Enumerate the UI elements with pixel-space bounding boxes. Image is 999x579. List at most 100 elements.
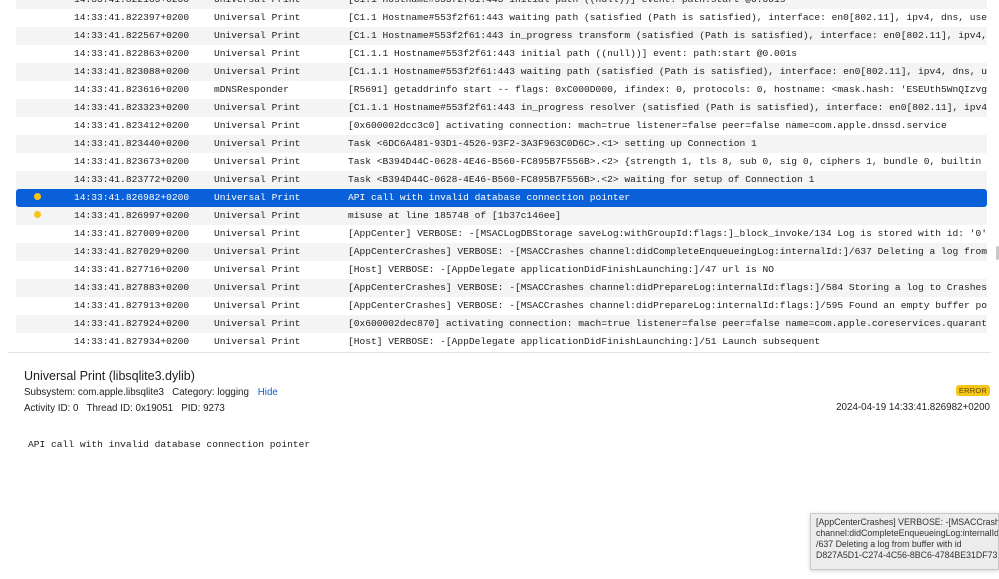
process-cell: Universal Print <box>214 48 301 59</box>
log-row[interactable]: 14:33:41.823772+0200 Universal Print Task … <box>16 171 987 189</box>
log-row[interactable]: 14:33:41.822863+0200 Universal Print [C1.1… <box>16 45 987 63</box>
timestamp-cell: 14:33:41.823412+0200 <box>74 120 190 131</box>
message-cell: [AppCenterCrashes] VERBOSE: -[MSACCrashe… <box>348 300 987 311</box>
log-list[interactable]: 14:33:41.822165+0200 Universal Print [C1.1… <box>0 0 999 352</box>
timestamp-cell: 14:33:41.826997+0200 <box>74 210 190 221</box>
timestamp-cell: 14:33:41.822165+0200 <box>74 0 204 9</box>
detail-title: Universal Print (libsqlite3.dylib) <box>24 369 195 383</box>
process-cell: Universal Print <box>214 12 301 23</box>
timestamp-cell: 14:33:41.827924+0200 <box>74 318 190 329</box>
timestamp-cell: 14:33:41.822397+0200 <box>74 12 190 23</box>
log-row[interactable]: 14:33:41.822165+0200 Universal Print [C1.1… <box>16 0 987 9</box>
log-row[interactable]: 14:33:41.827009+0200 Universal Print [AppC… <box>16 225 987 243</box>
process-cell: Universal Print <box>214 318 301 329</box>
process-cell: mDNSResponder <box>214 84 289 95</box>
process-cell: Universal Print <box>214 156 301 167</box>
log-row[interactable]: 14:33:41.823412+0200 Universal Print [0x60… <box>16 117 987 135</box>
log-row[interactable]: 14:33:41.827913+0200 Universal Print [AppC… <box>16 297 987 315</box>
process-cell: Universal Print <box>214 246 301 257</box>
message-cell: Task <6DC6A481-93D1-4526-93F2-3A3F963C0D… <box>348 138 757 149</box>
tooltip-line: /637 Deleting a log from buffer with id <box>816 539 962 549</box>
error-badge: ERROR <box>955 385 990 396</box>
tooltip-line: [AppCenterCrashes] VERBOSE: -[MSACCrashe… <box>816 517 999 527</box>
process-cell: Universal Print <box>214 264 301 275</box>
log-row[interactable]: 14:33:41.827716+0200 Universal Print [Host… <box>16 261 987 279</box>
thread-id-label: Thread ID: <box>86 403 133 414</box>
log-row[interactable]: 14:33:41.827883+0200 Universal Print [AppC… <box>16 279 987 297</box>
split-divider[interactable] <box>8 352 991 353</box>
pid-label: PID: <box>181 403 201 414</box>
message-cell: [0x600002dec870] activating connection: … <box>348 318 987 329</box>
hide-link[interactable]: Hide <box>258 387 278 398</box>
message-tooltip: [AppCenterCrashes] VERBOSE: -[MSACCrashe… <box>810 513 999 570</box>
process-cell: Universal Print <box>214 174 301 185</box>
tooltip-line: D827A5D1-C274-4C56-8BC6-4784BE31DF73 <box>816 550 998 560</box>
log-row[interactable]: 14:33:41.827924+0200 Universal Print [0x60… <box>16 315 987 333</box>
log-row[interactable]: 14:33:41.823088+0200 Universal Print [C1.1… <box>16 63 987 81</box>
message-cell: [0x600002dcc3c0] activating connection: … <box>348 120 947 131</box>
timestamp-cell: 14:33:41.823673+0200 <box>74 156 190 167</box>
process-cell: Universal Print <box>214 300 301 311</box>
message-cell: [R5691] getaddrinfo start -- flags: 0xC0… <box>348 84 987 95</box>
category-value: logging <box>217 387 249 398</box>
message-cell: [C1.1 Hostname#553f2f61:443 waiting path… <box>348 12 987 23</box>
process-cell: Universal Print <box>214 336 301 347</box>
log-row[interactable]: 14:33:41.826982+0200 Universal Print API c… <box>16 189 987 207</box>
detail-message: API call with invalid database connectio… <box>28 439 311 450</box>
subsystem-value: com.apple.libsqlite3 <box>77 387 164 398</box>
message-cell: Task <B394D44C-0628-4E46-B560-FC895B7F55… <box>348 174 815 185</box>
error-indicator-cell <box>34 189 44 207</box>
process-cell: Universal Print <box>214 66 301 77</box>
timestamp-cell: 14:33:41.823323+0200 <box>74 102 190 113</box>
process-cell: Universal Print <box>214 0 334 9</box>
detail-ids-line: Activity ID: 0 Thread ID: 0x19051 PID: 9… <box>24 403 225 414</box>
timestamp-cell: 14:33:41.823440+0200 <box>74 138 190 149</box>
log-row[interactable]: 14:33:41.823323+0200 Universal Print [C1.1… <box>16 99 987 117</box>
message-cell: [C1.1 Hostname#553f2f61:443 initial path… <box>348 0 987 9</box>
message-cell: API call with invalid database connectio… <box>348 192 631 203</box>
message-cell: [AppCenter] VERBOSE: -[MSACLogDBStorage … <box>348 228 987 239</box>
timestamp-cell: 14:33:41.822863+0200 <box>74 48 190 59</box>
activity-id-label: Activity ID: <box>24 403 71 414</box>
message-cell: [Host] VERBOSE: -[AppDelegate applicatio… <box>348 264 775 275</box>
process-cell: Universal Print <box>214 228 301 239</box>
process-cell: Universal Print <box>214 120 301 131</box>
process-cell: Universal Print <box>214 210 301 221</box>
process-cell: Universal Print <box>214 282 301 293</box>
timestamp-cell: 14:33:41.827009+0200 <box>74 228 190 239</box>
timestamp-cell: 14:33:41.823772+0200 <box>74 174 190 185</box>
log-row[interactable]: 14:33:41.822397+0200 Universal Print [C1.1… <box>16 9 987 27</box>
message-cell: [C1.1.1 Hostname#553f2f61:443 in_progres… <box>348 102 987 113</box>
timestamp-cell: 14:33:41.826982+0200 <box>74 192 190 203</box>
subsystem-label: Subsystem: <box>24 387 76 398</box>
message-cell: [AppCenterCrashes] VERBOSE: -[MSACCrashe… <box>348 246 987 257</box>
log-row[interactable]: 14:33:41.822567+0200 Universal Print [C1.1… <box>16 27 987 45</box>
timestamp-cell: 14:33:41.827716+0200 <box>74 264 190 275</box>
process-cell: Universal Print <box>214 138 301 149</box>
log-row[interactable]: 14:33:41.827934+0200 Universal Print [Host… <box>16 333 987 351</box>
message-cell: [Host] VERBOSE: -[AppDelegate applicatio… <box>348 336 821 347</box>
error-dot-icon <box>34 210 41 218</box>
thread-id-value: 0x19051 <box>135 403 174 414</box>
tooltip-line: channel:didCompleteEnqueueingLog:interna… <box>816 528 999 538</box>
timestamp-cell: 14:33:41.827883+0200 <box>74 282 190 293</box>
log-row[interactable]: 14:33:41.823616+0200 mDNSResponder [R5691]… <box>16 81 987 99</box>
error-dot-icon <box>34 192 41 200</box>
log-row[interactable]: 14:33:41.823673+0200 Universal Print Task … <box>16 153 987 171</box>
timestamp-cell: 14:33:41.822567+0200 <box>74 30 190 41</box>
message-cell: [C1.1.1 Hostname#553f2f61:443 initial pa… <box>348 48 798 59</box>
timestamp-cell: 14:33:41.823616+0200 <box>74 84 190 95</box>
log-rows-container: 14:33:41.822165+0200 Universal Print [C1.1… <box>0 0 999 351</box>
process-cell: Universal Print <box>214 30 301 41</box>
log-row[interactable]: 14:33:41.827029+0200 Universal Print [AppC… <box>16 243 987 261</box>
pid-value: 9273 <box>203 403 225 414</box>
detail-subsystem-line: Subsystem: com.apple.libsqlite3 Category… <box>24 387 278 398</box>
activity-id-value: 0 <box>73 403 79 414</box>
message-cell: [AppCenterCrashes] VERBOSE: -[MSACCrashe… <box>348 282 987 293</box>
log-row[interactable]: 14:33:41.823440+0200 Universal Print Task … <box>16 135 987 153</box>
timestamp-cell: 14:33:41.827029+0200 <box>74 246 190 257</box>
timestamp-cell: 14:33:41.827934+0200 <box>74 336 190 347</box>
log-row[interactable]: 14:33:41.826997+0200 Universal Print misus… <box>16 207 987 225</box>
process-cell: Universal Print <box>214 102 301 113</box>
error-indicator-cell <box>34 207 44 225</box>
